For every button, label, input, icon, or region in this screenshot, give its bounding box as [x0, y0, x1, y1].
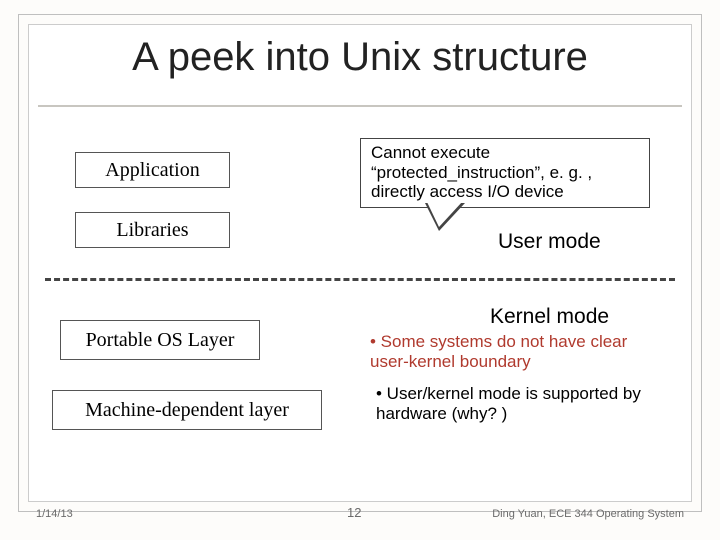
title-underline [38, 105, 682, 107]
kernel-mode-label: Kernel mode [490, 305, 609, 329]
slide-title: A peek into Unix structure [0, 35, 720, 80]
layer-application-label: Application [105, 159, 199, 182]
inner-frame [28, 24, 692, 502]
layer-libraries-label: Libraries [116, 219, 188, 242]
layer-portable-os-box: Portable OS Layer [60, 320, 260, 360]
layer-machine-dependent-label: Machine-dependent layer [85, 399, 289, 422]
footer-date: 1/14/13 [36, 508, 73, 520]
kernel-note-2: • User/kernel mode is supported by hardw… [376, 384, 656, 423]
layer-portable-os-label: Portable OS Layer [86, 329, 235, 352]
callout-text: Cannot execute “protected_instruction”, … [371, 143, 592, 201]
kernel-note-1: • Some systems do not have clear user-ke… [370, 332, 660, 371]
callout-bubble: Cannot execute “protected_instruction”, … [360, 138, 650, 208]
layer-machine-dependent-box: Machine-dependent layer [52, 390, 322, 430]
layer-libraries-box: Libraries [75, 212, 230, 248]
layer-application-box: Application [75, 152, 230, 188]
kernel-notes: • Some systems do not have clear user-ke… [370, 332, 660, 371]
slide: A peek into Unix structure Application L… [0, 0, 720, 540]
footer-page: 12 [347, 505, 361, 520]
user-mode-label: User mode [498, 230, 601, 254]
footer-credit: Ding Yuan, ECE 344 Operating System [492, 508, 684, 520]
mode-boundary-divider [45, 278, 675, 281]
